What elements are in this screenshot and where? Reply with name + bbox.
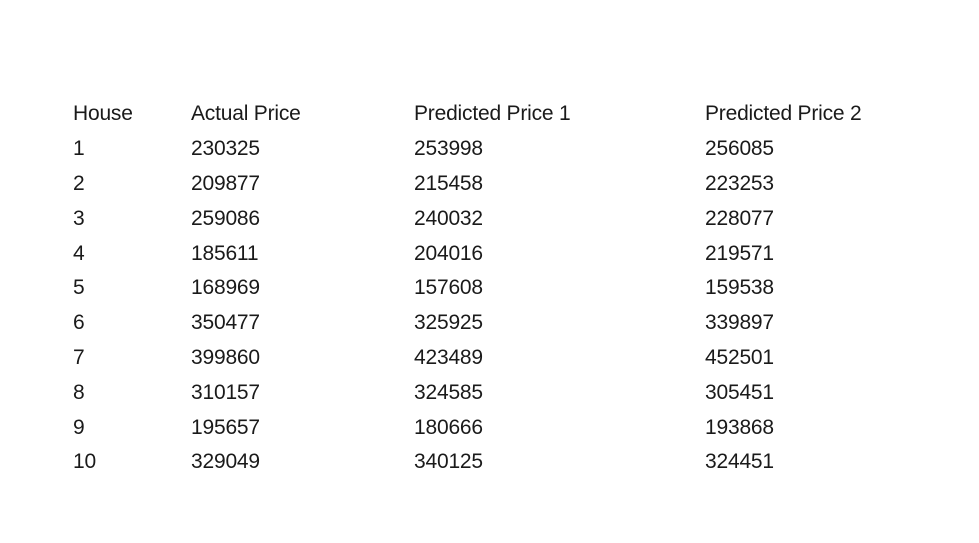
header-actual-price: Actual Price	[191, 102, 301, 126]
cell-predicted-price-1: 325925	[414, 311, 483, 335]
cell-actual-price: 310157	[191, 380, 260, 404]
cell-predicted-price-2: 228077	[705, 206, 774, 230]
cell-actual-price: 230325	[191, 137, 260, 161]
cell-predicted-price-2: 452501	[705, 345, 774, 369]
cell-house: 8	[73, 380, 85, 404]
cell-actual-price: 195657	[191, 415, 260, 439]
cell-predicted-price-1: 340125	[414, 450, 483, 474]
cell-actual-price: 259086	[191, 206, 260, 230]
house-price-table-container: House Actual Price Predicted Price 1 Pre…	[73, 97, 905, 480]
cell-predicted-price-1: 204016	[414, 241, 483, 265]
cell-predicted-price-1: 215458	[414, 171, 483, 195]
house-price-table: House Actual Price Predicted Price 1 Pre…	[73, 97, 905, 480]
cell-predicted-price-2: 324451	[705, 450, 774, 474]
table-row: 5 168969 157608 159538	[73, 271, 905, 306]
cell-house: 5	[73, 276, 85, 300]
cell-house: 4	[73, 241, 85, 265]
header-predicted-price-2: Predicted Price 2	[705, 102, 862, 126]
cell-predicted-price-2: 193868	[705, 415, 774, 439]
cell-house: 7	[73, 345, 85, 369]
table-header-row: House Actual Price Predicted Price 1 Pre…	[73, 97, 905, 132]
cell-predicted-price-1: 180666	[414, 415, 483, 439]
table-body: 1 230325 253998 256085 2 209877 215458 223253 3 2…	[73, 132, 905, 480]
table-row: 7 399860 423489 452501	[73, 341, 905, 376]
table-row: 6 350477 325925 339897	[73, 306, 905, 341]
table-row: 3 259086 240032 228077	[73, 201, 905, 236]
cell-actual-price: 329049	[191, 450, 260, 474]
header-house: House	[73, 102, 133, 126]
table-row: 9 195657 180666 193868	[73, 410, 905, 445]
cell-house: 1	[73, 137, 85, 161]
table-row: 10 329049 340125 324451	[73, 445, 905, 480]
table-row: 2 209877 215458 223253	[73, 167, 905, 202]
cell-actual-price: 209877	[191, 171, 260, 195]
cell-actual-price: 350477	[191, 311, 260, 335]
table-row: 8 310157 324585 305451	[73, 375, 905, 410]
table-row: 1 230325 253998 256085	[73, 132, 905, 167]
cell-house: 3	[73, 206, 85, 230]
cell-predicted-price-2: 339897	[705, 311, 774, 335]
cell-actual-price: 399860	[191, 345, 260, 369]
cell-predicted-price-2: 223253	[705, 171, 774, 195]
cell-predicted-price-2: 305451	[705, 380, 774, 404]
cell-predicted-price-1: 423489	[414, 345, 483, 369]
cell-house: 10	[73, 450, 96, 474]
table-row: 4 185611 204016 219571	[73, 236, 905, 271]
cell-house: 2	[73, 171, 85, 195]
cell-predicted-price-2: 256085	[705, 137, 774, 161]
cell-actual-price: 168969	[191, 276, 260, 300]
header-predicted-price-1: Predicted Price 1	[414, 102, 571, 126]
cell-predicted-price-2: 159538	[705, 276, 774, 300]
cell-predicted-price-1: 253998	[414, 137, 483, 161]
cell-predicted-price-1: 324585	[414, 380, 483, 404]
cell-predicted-price-1: 157608	[414, 276, 483, 300]
cell-predicted-price-1: 240032	[414, 206, 483, 230]
cell-house: 6	[73, 311, 85, 335]
cell-predicted-price-2: 219571	[705, 241, 774, 265]
cell-actual-price: 185611	[191, 241, 259, 265]
cell-house: 9	[73, 415, 85, 439]
